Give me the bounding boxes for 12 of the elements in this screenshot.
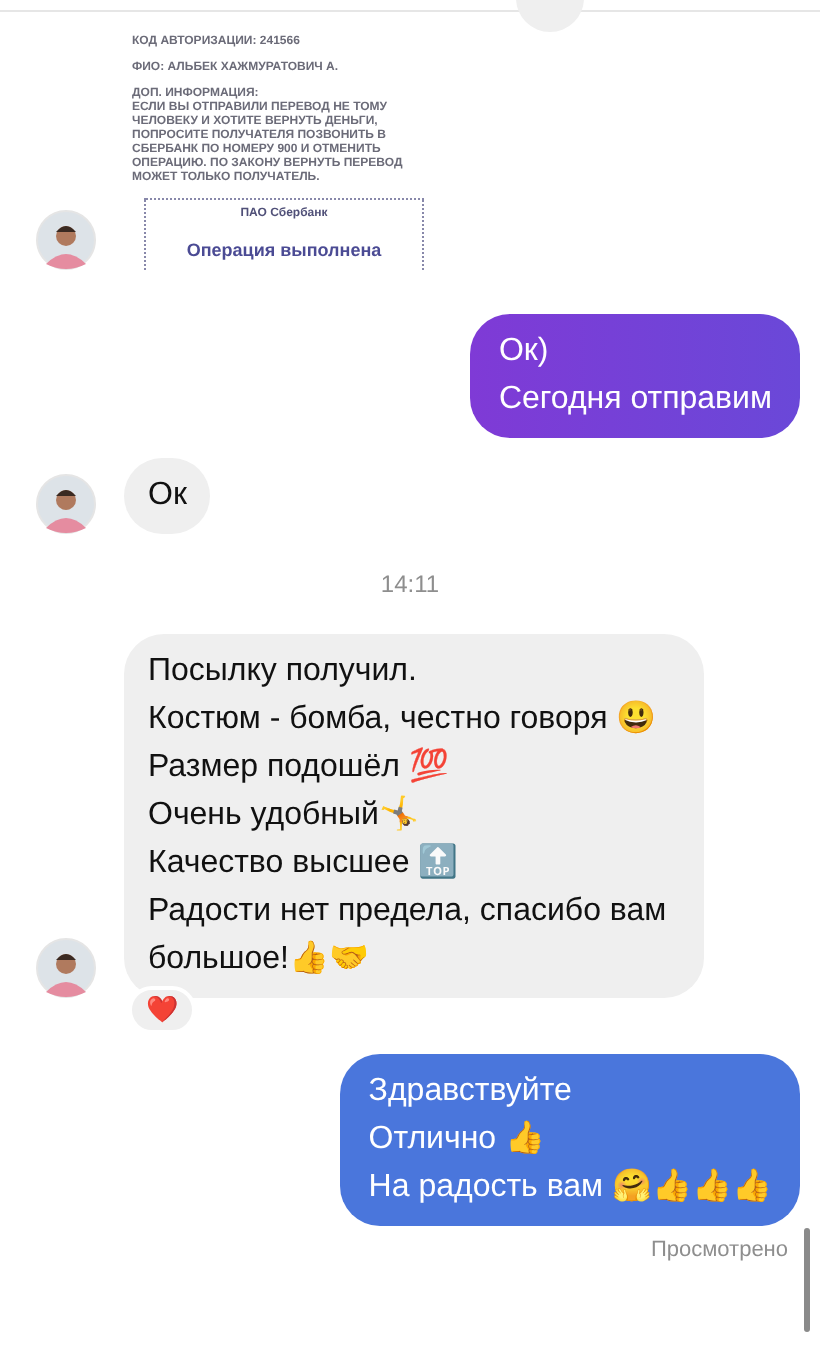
avatar[interactable]: [36, 937, 96, 997]
message-bubble[interactable]: Посылку получил. Костюм - бомба, честно говоря 😃 Размер подошёл 💯 Очень удобный🤸 Качество высшее 🔝 Радости нет предела, спасибо вам большое!👍🤝: [124, 633, 704, 997]
status-text: Операция выполнена: [186, 238, 382, 264]
timestamp: 14:11: [380, 567, 440, 601]
message-bubble[interactable]: Здравствуйте Отлично 👍 На радость вам 🤗👍👍👍: [340, 1053, 800, 1225]
message-bubble[interactable]: Ок) Сегодня отправим: [470, 313, 800, 437]
reaction-badge[interactable]: ❤: [128, 985, 196, 1033]
avatar[interactable]: [36, 473, 96, 533]
seen-status: Просмотрено: [650, 1235, 788, 1265]
message-bubble[interactable]: Ок: [124, 457, 211, 533]
scrollbar: [804, 1228, 810, 1332]
avatar[interactable]: [36, 209, 96, 269]
